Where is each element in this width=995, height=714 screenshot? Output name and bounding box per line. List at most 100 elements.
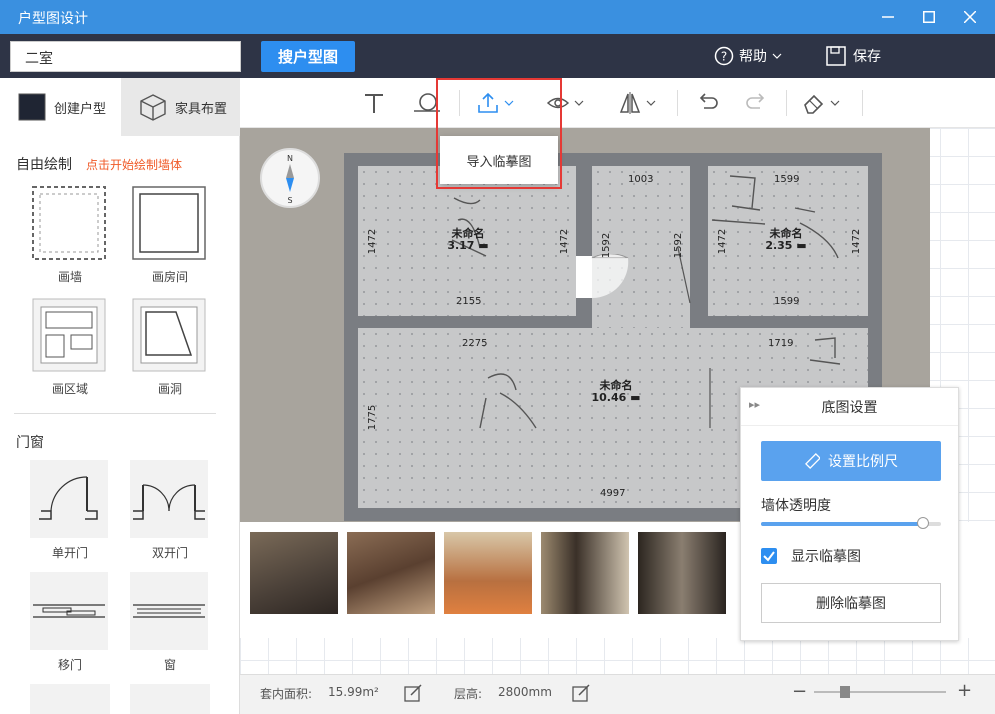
tab-create-label: 创建户型 [54,101,107,117]
redo-button[interactable] [745,90,769,116]
search-floorplan-button[interactable]: 搜户型图 [261,41,355,72]
help-icon: ? [714,46,734,66]
opacity-slider[interactable] [761,517,941,529]
mirror-tool[interactable] [618,90,656,116]
dim-v3: 1592 [601,232,613,259]
divider [14,413,216,414]
dim-v2: 1472 [559,228,571,255]
dim-hall-right: 1719 [768,338,794,349]
settings-header: ▸▸ 底图设置 [741,388,958,426]
compass[interactable]: N S [260,148,320,208]
dim-v1: 1472 [367,228,379,255]
window-label: 窗 [163,658,176,672]
tool-draw-room-label: 画房间 [151,270,188,284]
svg-text:?: ? [721,50,727,64]
more-item[interactable] [30,684,110,714]
item-double-door[interactable]: 双开门 [130,460,210,561]
minimize-button[interactable] [865,0,911,34]
double-door-icon [133,484,205,520]
double-door-label: 双开门 [151,546,188,560]
single-door-label: 单开门 [51,546,88,560]
tab-furniture-layout[interactable]: 家具布置 [121,78,240,136]
zoom-in-icon[interactable]: + [957,680,972,701]
ruler-icon [805,453,820,469]
more-item[interactable] [130,684,210,714]
header-bar: 二室 搜户型图 ? 帮助 保存 [0,34,995,78]
set-scale-button[interactable]: 设置比例尺 [761,441,941,481]
settings-title: 底图设置 [821,399,878,416]
collapse-icon[interactable]: ▸▸ [749,398,760,411]
toolbar-separator [786,90,787,116]
height-value: 2800mm [498,685,552,699]
show-tracing-label: 显示临摹图 [791,549,861,565]
chevron-down-icon [772,53,782,59]
room-label[interactable]: 未命名 2.35 ▬ [756,228,816,252]
help-label: 帮助 [739,49,767,65]
area-value: 15.99m² [328,685,379,699]
help-menu[interactable]: ? 帮助 [714,44,782,68]
tool-draw-hole[interactable]: 画洞 [130,296,210,397]
chevron-down-icon [646,100,656,106]
room-label[interactable]: 未命名 3.17 ▬ [438,228,498,252]
reference-photo[interactable] [638,532,726,614]
opacity-handle[interactable] [917,517,929,529]
dim-v6: 1472 [851,228,863,255]
draw-wall-icon [32,186,106,260]
tool-draw-wall[interactable]: 画墙 [30,184,110,285]
draw-hole-icon [132,298,206,372]
opacity-label: 墙体透明度 [761,498,831,514]
reference-photo[interactable] [444,532,532,614]
reference-photo[interactable] [347,532,435,614]
tool-draw-wall-label: 画墙 [57,270,82,284]
mirror-icon [619,92,641,114]
base-image-settings-panel: ▸▸ 底图设置 设置比例尺 墙体透明度 显示临摹图 删除临摹图 [740,387,959,641]
left-panel: 创建户型 家具布置 自由绘制 点击开始绘制墙体 画墙 画房间 画区域 画洞 门窗… [0,78,240,714]
zoom-handle[interactable] [840,686,850,698]
dim-v5: 1472 [717,228,729,255]
toolbar [240,78,995,128]
zoom-out-icon[interactable]: − [792,681,807,702]
undo-button[interactable] [695,90,719,116]
text-icon [365,94,383,113]
toolbar-separator [677,90,678,116]
draw-area-icon [32,298,106,372]
close-button[interactable] [947,0,993,34]
set-scale-label: 设置比例尺 [828,454,898,470]
dim-v4: 1592 [673,232,685,259]
single-door-icon [39,476,98,520]
checkbox-checked-icon [761,548,777,564]
dim-top-right: 1599 [774,174,800,185]
save-button[interactable]: 保存 [826,44,881,68]
edit-icon[interactable] [572,684,590,702]
dim-hall-width: 2275 [462,338,488,349]
compass-icon: N S [286,154,294,205]
show-tracing-checkbox[interactable]: 显示临摹图 [761,546,861,566]
save-icon [826,46,846,66]
chevron-down-icon [574,100,584,106]
reference-photo[interactable] [541,532,629,614]
room-label[interactable]: 未命名 10.46 ▬ [584,380,648,404]
zoom-slider[interactable] [814,686,946,698]
item-single-door[interactable]: 单开门 [30,460,110,561]
item-window[interactable]: 窗 [130,572,210,673]
edit-icon[interactable] [404,684,422,702]
draw-room-icon [132,186,206,260]
reference-photo[interactable] [250,532,338,614]
floorplan-icon [18,93,46,121]
tool-draw-area[interactable]: 画区域 [30,296,110,397]
minimize-icon [882,16,894,18]
text-tool[interactable] [362,90,386,116]
highlight-box [436,78,562,189]
svg-text:S: S [287,196,292,205]
sliding-door-icon [33,604,105,618]
cube-icon [140,94,166,121]
tab-create-floorplan[interactable]: 创建户型 [0,78,121,136]
plan-name-input[interactable]: 二室 [10,41,241,72]
maximize-button[interactable] [906,0,952,34]
item-sliding-door[interactable]: 移门 [30,572,110,673]
delete-tracing-button[interactable]: 删除临摹图 [761,583,941,623]
draw-hint: 点击开始绘制墙体 [86,157,183,172]
chevron-down-icon [830,100,840,106]
eraser-tool[interactable] [802,90,840,116]
tool-draw-room[interactable]: 画房间 [130,184,210,285]
